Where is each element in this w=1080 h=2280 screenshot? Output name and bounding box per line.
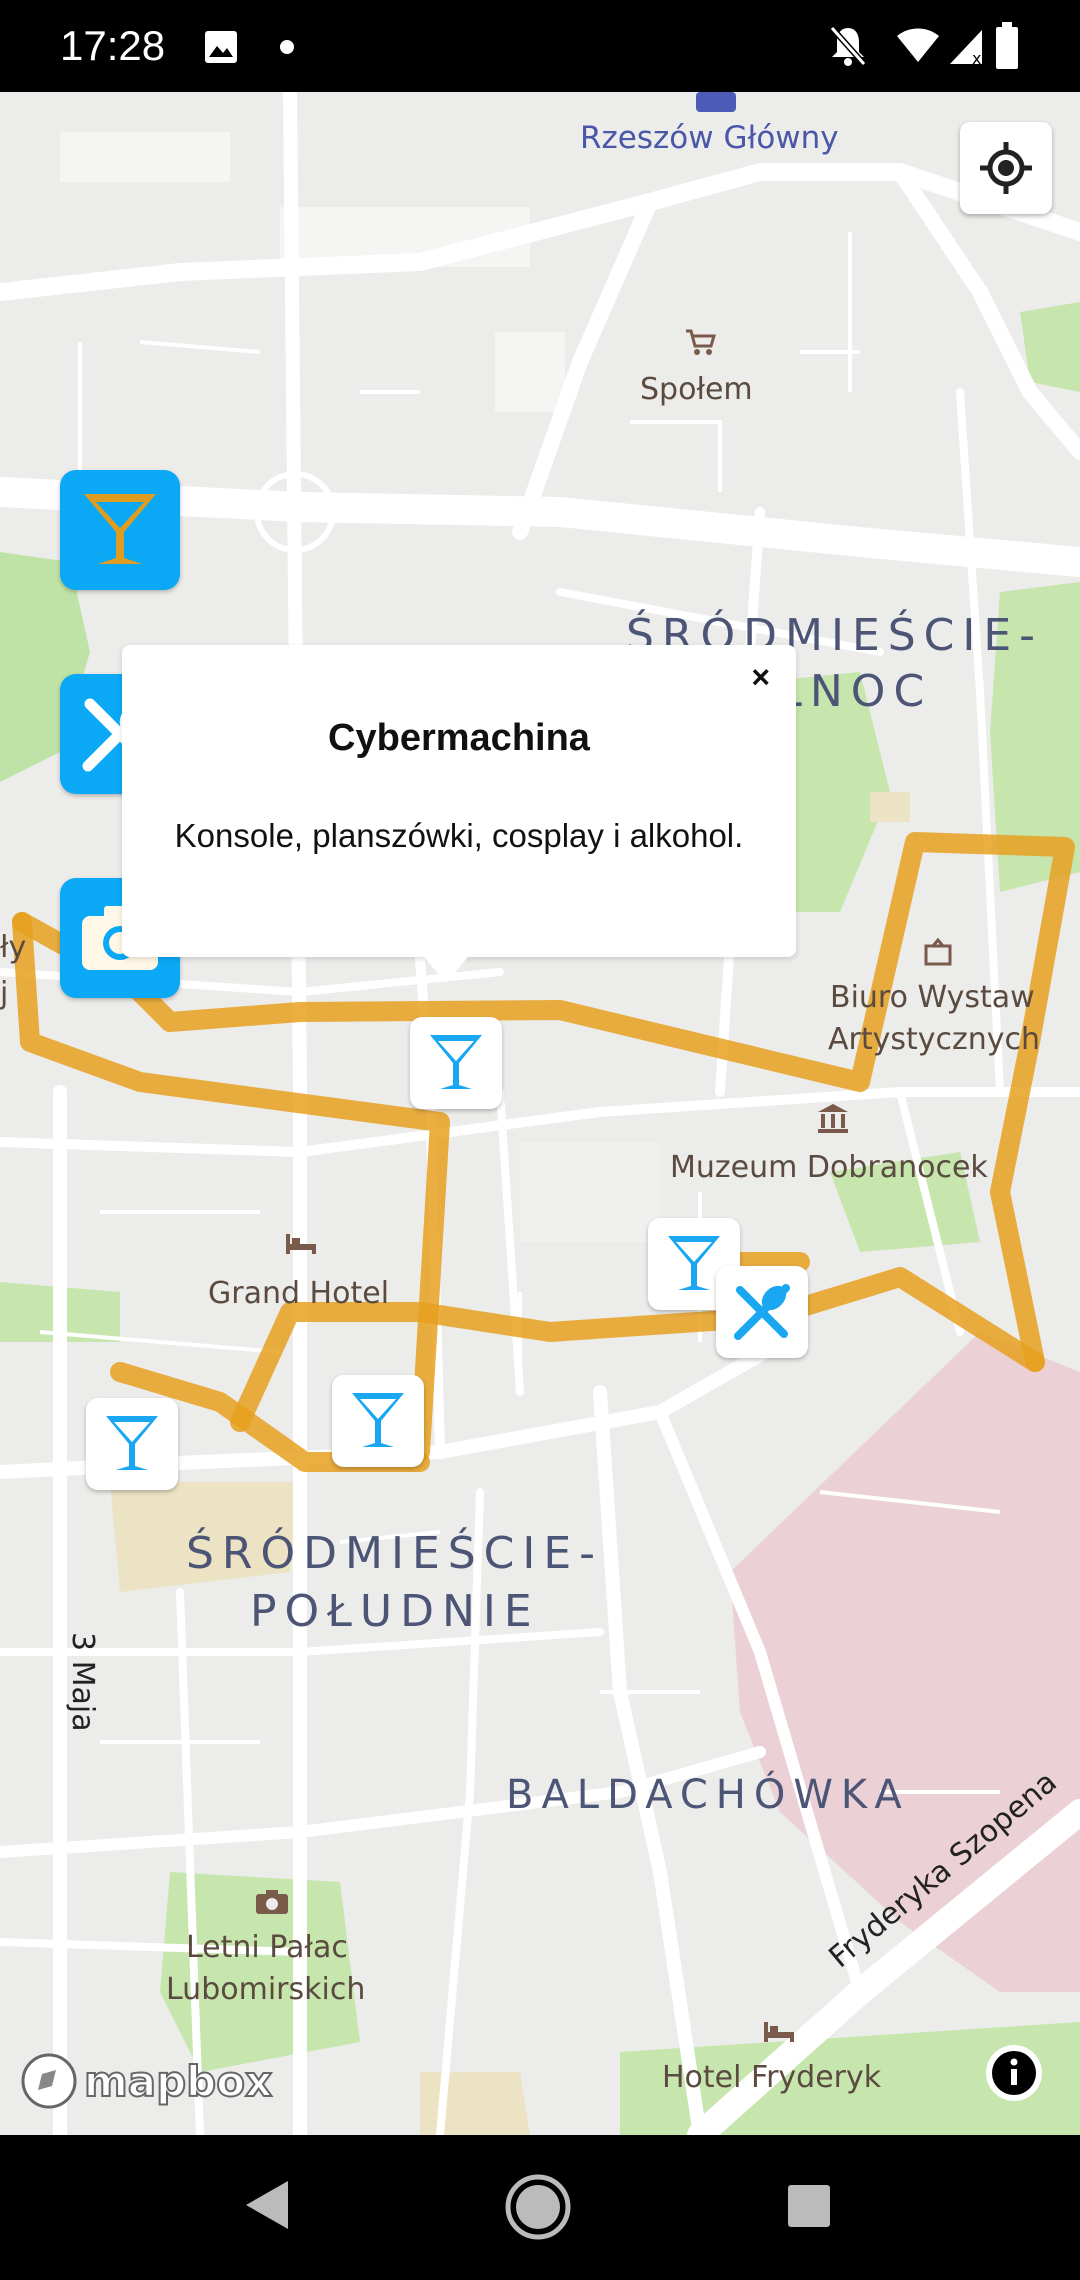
hotel-bed-icon bbox=[286, 1234, 316, 1254]
camera-poi-icon bbox=[256, 1890, 288, 1914]
shop-label: Społem bbox=[640, 372, 753, 407]
cut-label-2: j bbox=[0, 976, 9, 1011]
gallery-notification-icon bbox=[205, 31, 237, 63]
gallery-icon bbox=[924, 938, 952, 966]
back-icon[interactable] bbox=[244, 2179, 290, 2231]
cut-label-1: ły bbox=[0, 930, 27, 965]
gallery-label-1: Biuro Wystaw bbox=[830, 980, 1035, 1015]
bar-marker-4[interactable] bbox=[86, 1398, 178, 1490]
mapbox-wordmark: mapbox bbox=[83, 2056, 273, 2107]
recents-icon[interactable] bbox=[786, 2183, 832, 2229]
notification-dot-icon bbox=[280, 40, 294, 54]
bar-marker-cybermachina[interactable] bbox=[410, 1017, 502, 1109]
filter-bars-button[interactable] bbox=[60, 470, 180, 590]
district-south-label-2: POŁUDNIE bbox=[250, 1586, 540, 1637]
status-time: 17:28 bbox=[60, 22, 166, 69]
fork-spoon-icon bbox=[734, 1284, 790, 1340]
bar-marker-3[interactable] bbox=[332, 1375, 424, 1467]
home-icon[interactable] bbox=[504, 2173, 572, 2241]
mute-bell-icon bbox=[829, 26, 867, 66]
navigation-bar bbox=[0, 2135, 1080, 2280]
popup-description: Konsole, planszówki, cosplay i alkohol. bbox=[174, 817, 744, 854]
map-base bbox=[0, 92, 1080, 2135]
crosshair-icon bbox=[980, 142, 1032, 194]
street-3maja-label: 3 Maja bbox=[65, 1632, 100, 1732]
museum-label: Muzeum Dobranocek bbox=[670, 1150, 988, 1185]
close-icon[interactable]: × bbox=[741, 653, 780, 702]
station-label: Rzeszów Główny bbox=[580, 120, 839, 156]
hotel-bed-icon-2 bbox=[764, 2022, 794, 2042]
popup-title: Cybermachina bbox=[328, 717, 590, 759]
palace-label-2: Lubomirskich bbox=[166, 1972, 366, 2007]
signal-icon: x bbox=[950, 30, 982, 66]
district-baldachowka-label: BALDACHÓWKA bbox=[506, 1772, 910, 1818]
popup-arrow bbox=[424, 957, 468, 983]
status-bar: 17:28 x bbox=[0, 0, 1080, 92]
gallery-label-2: Artystycznych bbox=[828, 1022, 1041, 1057]
cocktail-icon bbox=[430, 1035, 482, 1089]
district-south-label-1: ŚRÓDMIEŚCIE- bbox=[186, 1528, 604, 1579]
cocktail-icon bbox=[352, 1393, 404, 1447]
attribution-info-button[interactable] bbox=[986, 2045, 1042, 2101]
my-location-button[interactable] bbox=[960, 122, 1052, 214]
hotel-label: Grand Hotel bbox=[208, 1276, 390, 1311]
svg-text:x: x bbox=[972, 49, 981, 66]
wifi-icon bbox=[897, 28, 939, 62]
place-popup: × Cybermachina Konsole, planszówki, cosp… bbox=[122, 645, 796, 957]
cocktail-icon bbox=[668, 1236, 720, 1290]
map-view[interactable]: Rzeszów Główny Społem ŚRÓDMIEŚCIE- PÓŁNO… bbox=[0, 92, 1080, 2135]
palace-label-1: Letni Pałac bbox=[186, 1930, 348, 1965]
cocktail-icon bbox=[84, 494, 156, 564]
info-icon bbox=[992, 2051, 1036, 2095]
cocktail-icon bbox=[106, 1416, 158, 1470]
hotel-fryderyk-label: Hotel Fryderyk bbox=[662, 2060, 882, 2095]
battery-icon bbox=[996, 22, 1018, 69]
mapbox-logo[interactable]: mapbox bbox=[20, 2052, 273, 2110]
museum-icon bbox=[818, 1104, 848, 1133]
cart-icon bbox=[686, 329, 716, 355]
restaurant-marker[interactable] bbox=[716, 1266, 808, 1358]
mapbox-logo-icon bbox=[21, 2053, 77, 2109]
